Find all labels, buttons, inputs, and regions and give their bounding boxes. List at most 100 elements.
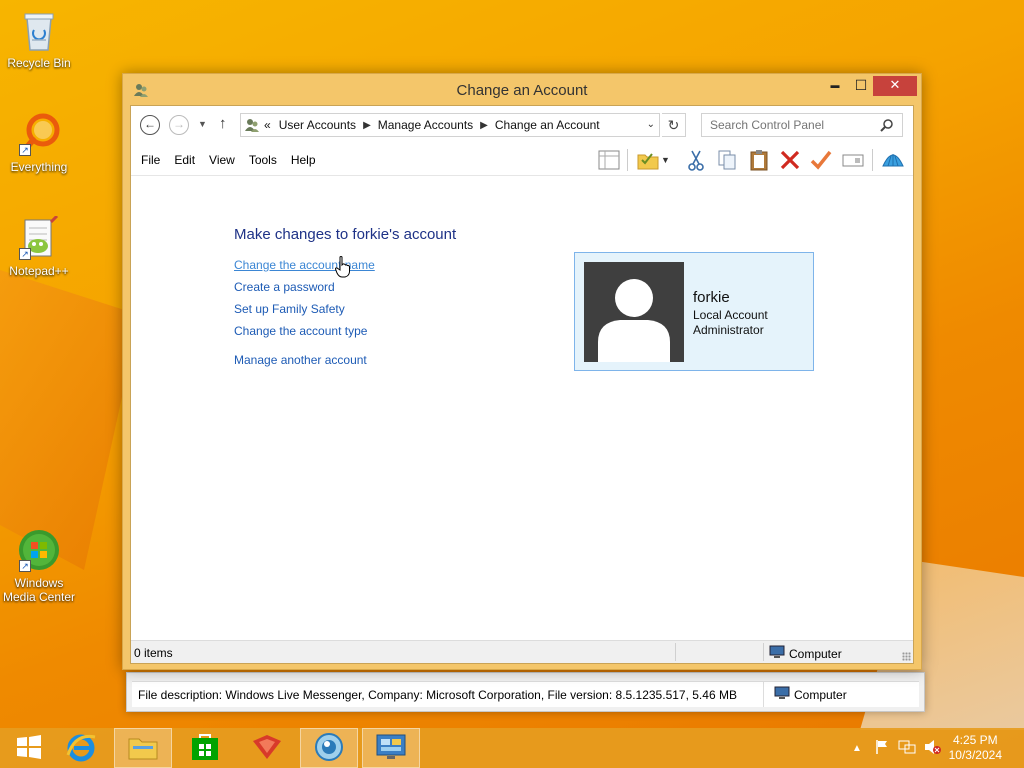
breadcrumb-change-account[interactable]: Change an Account	[495, 118, 600, 132]
shortcut-arrow-icon: ↗	[19, 144, 31, 156]
window-client: ← → ▼ ↑ « User Accounts ▶ Manage Account…	[130, 105, 914, 664]
start-button[interactable]	[0, 728, 58, 768]
breadcrumb-overflow[interactable]: «	[264, 118, 271, 132]
change-account-window[interactable]: Change an Account ▬ ☐ ✕ ← → ▼ ↑ « User A…	[122, 73, 922, 670]
menu-tools[interactable]: Tools	[249, 153, 277, 167]
layout-icon[interactable]	[597, 148, 621, 172]
cut-icon[interactable]	[684, 148, 708, 172]
status-bar: 0 items Computer	[131, 640, 913, 663]
account-role: Administrator	[693, 323, 764, 337]
desktop-icon-media-center[interactable]: ↗ Windows Media Center	[0, 528, 78, 604]
item-count: 0 items	[134, 646, 173, 660]
search-icon[interactable]	[880, 118, 894, 135]
back-button[interactable]: ←	[140, 115, 160, 135]
create-password-link[interactable]: Create a password	[234, 280, 375, 302]
avatar	[584, 262, 684, 362]
recent-locations-dropdown[interactable]: ▼	[198, 119, 207, 129]
notepadpp-icon: ↗	[17, 214, 61, 260]
copy-icon[interactable]	[715, 148, 739, 172]
breadcrumb-separator-icon[interactable]: ▶	[480, 120, 488, 131]
menu-view[interactable]: View	[209, 153, 235, 167]
show-hidden-icons-icon[interactable]: ▲	[852, 743, 862, 754]
delete-icon[interactable]	[778, 148, 802, 172]
computer-icon	[769, 645, 785, 662]
up-button[interactable]: ↑	[219, 115, 227, 132]
clock-time: 4:25 PM	[952, 733, 998, 747]
resize-grip[interactable]	[902, 652, 911, 661]
account-task-links: Change the account name Create a passwor…	[234, 258, 375, 375]
desktop-icon-label: Windows Media Center	[2, 576, 76, 604]
family-safety-link[interactable]: Set up Family Safety	[234, 302, 375, 324]
media-center-icon: ↗	[17, 528, 61, 572]
taskbar-app[interactable]	[238, 728, 296, 768]
change-account-name-link[interactable]: Change the account name	[234, 258, 375, 280]
recycle-bin-icon	[17, 8, 61, 52]
clock[interactable]: 4:25 PM 10/3/2024	[949, 733, 1002, 763]
desktop-icon-label: Notepad++	[9, 264, 69, 278]
computer-icon	[774, 686, 790, 703]
refresh-button[interactable]: ↻	[662, 113, 686, 137]
store-icon	[190, 732, 220, 765]
file-explorer-icon	[127, 733, 159, 764]
background-window[interactable]: File description: Windows Live Messenger…	[126, 672, 925, 712]
shortcut-arrow-icon: ↗	[19, 560, 31, 572]
shell-icon[interactable]	[881, 148, 905, 172]
status-divider	[675, 643, 676, 661]
start-icon	[16, 734, 42, 762]
menu-file[interactable]: File	[141, 153, 160, 167]
control-panel-icon	[375, 733, 407, 764]
shortcut-arrow-icon: ↗	[19, 248, 31, 260]
desktop-icon-label: Recycle Bin	[7, 56, 71, 70]
address-bar[interactable]: « User Accounts ▶ Manage Accounts ▶ Chan…	[240, 113, 660, 137]
taskbar-messenger[interactable]	[300, 728, 358, 768]
file-description-text: File description: Windows Live Messenger…	[132, 682, 764, 707]
action-center-flag-icon[interactable]	[874, 739, 890, 758]
volume-muted-icon[interactable]	[924, 739, 942, 758]
toolbar-divider	[872, 149, 873, 171]
desktop-icon-notepadpp[interactable]: ↗ Notepad++	[0, 214, 78, 278]
rename-icon[interactable]	[841, 148, 865, 172]
chevron-down-icon[interactable]: ⌄	[647, 119, 655, 130]
menu-bar: File Edit View Tools Help	[141, 153, 330, 167]
internet-explorer-icon	[65, 731, 97, 766]
menu-edit[interactable]: Edit	[174, 153, 195, 167]
maximize-button[interactable]: ☐	[847, 76, 875, 96]
views-dropdown[interactable]: ▼	[661, 148, 675, 172]
breadcrumb-user-accounts[interactable]: User Accounts	[279, 118, 356, 132]
taskbar-file-explorer[interactable]	[114, 728, 172, 768]
folder-check-icon[interactable]	[636, 148, 660, 172]
forward-button[interactable]: →	[169, 115, 189, 135]
taskbar-internet-explorer[interactable]	[52, 728, 110, 768]
breadcrumb-separator-icon[interactable]: ▶	[363, 120, 371, 131]
window-title: Change an Account	[456, 82, 588, 99]
system-tray: ▲	[852, 728, 942, 768]
manage-another-account-link[interactable]: Manage another account	[234, 353, 375, 375]
title-bar[interactable]: Change an Account ▬ ☐ ✕	[123, 74, 921, 106]
hand-cursor-icon	[334, 256, 351, 281]
desktop-icon-label: Everything	[10, 160, 68, 174]
minimize-button[interactable]: ▬	[821, 76, 849, 96]
close-button[interactable]: ✕	[873, 76, 917, 96]
location-label: Computer	[794, 687, 847, 702]
app-icon	[251, 733, 283, 764]
change-account-type-link[interactable]: Change the account type	[234, 324, 375, 346]
desktop-icon-everything[interactable]: ↗ Everything	[0, 112, 78, 174]
background-status-bar: File description: Windows Live Messenger…	[132, 681, 919, 707]
toolbar-divider	[627, 149, 628, 171]
location-label: Computer	[789, 646, 842, 661]
messenger-icon	[313, 731, 345, 766]
taskbar-control-panel[interactable]	[362, 728, 420, 768]
network-icon[interactable]	[898, 739, 916, 758]
menu-toolbar-row: File Edit View Tools Help ▼	[131, 144, 913, 176]
check-icon[interactable]	[809, 148, 833, 172]
search-box[interactable]	[701, 113, 903, 137]
account-type: Local Account	[693, 308, 768, 322]
taskbar-store[interactable]	[176, 728, 234, 768]
menu-help[interactable]: Help	[291, 153, 316, 167]
search-input[interactable]	[702, 114, 872, 136]
account-card: forkie Local Account Administrator	[574, 252, 814, 371]
breadcrumb-manage-accounts[interactable]: Manage Accounts	[378, 118, 473, 132]
desktop-icon-recycle-bin[interactable]: Recycle Bin	[0, 8, 78, 70]
everything-icon: ↗	[17, 112, 61, 156]
paste-icon[interactable]	[747, 148, 771, 172]
